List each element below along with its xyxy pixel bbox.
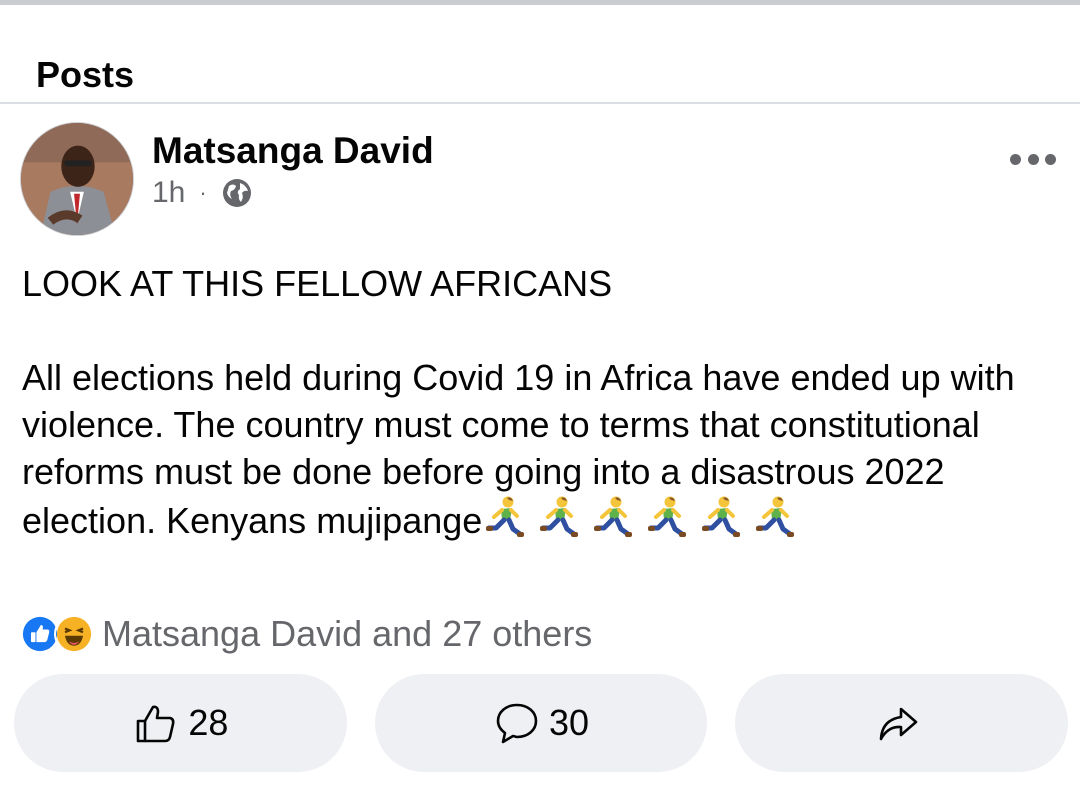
reactions-bar[interactable]: Matsanga David and 27 others [20,613,592,655]
post-meta: 1h · [152,176,253,210]
author-name[interactable]: Matsanga David [152,130,434,172]
comment-count: 30 [548,702,590,743]
section-title: Posts [36,54,135,95]
post-time[interactable]: 1h [152,176,185,210]
thumbs-up-icon [137,705,175,743]
avatar-image [21,123,133,235]
like-count: 28 [188,702,229,743]
person-running-icon [648,496,687,537]
post-text: LOOK AT THIS FELLOW AFRICANS All electio… [22,260,1062,544]
like-button[interactable]: 28 [14,674,347,772]
section-divider [0,102,1080,104]
comment-button[interactable]: 30 [374,674,708,772]
reactions-summary[interactable]: Matsanga David and 27 others [102,613,592,655]
person-running-icon [702,496,741,537]
reaction-icons [20,614,94,654]
post-actions: 28 30 [14,674,1069,772]
person-running-icon [486,496,525,537]
haha-icon [54,614,94,654]
comment-icon [496,703,538,744]
person-running-icon [594,496,633,537]
globe-icon [222,179,251,207]
person-running-icon [756,496,795,537]
person-running-icon [540,496,579,537]
emoji-run [484,495,795,539]
share-icon [879,707,917,741]
post-body-wrapper: All elections held during Covid 19 in Af… [22,354,1062,544]
author-avatar[interactable] [20,122,134,236]
top-border [0,0,1080,5]
more-dot [1027,153,1039,165]
more-dot [1045,153,1056,165]
more-options-icon[interactable] [1010,150,1056,168]
meta-separator: · [199,180,207,205]
share-button[interactable] [735,674,1069,772]
more-dot [1010,153,1021,165]
post-headline: LOOK AT THIS FELLOW AFRICANS [22,263,613,304]
